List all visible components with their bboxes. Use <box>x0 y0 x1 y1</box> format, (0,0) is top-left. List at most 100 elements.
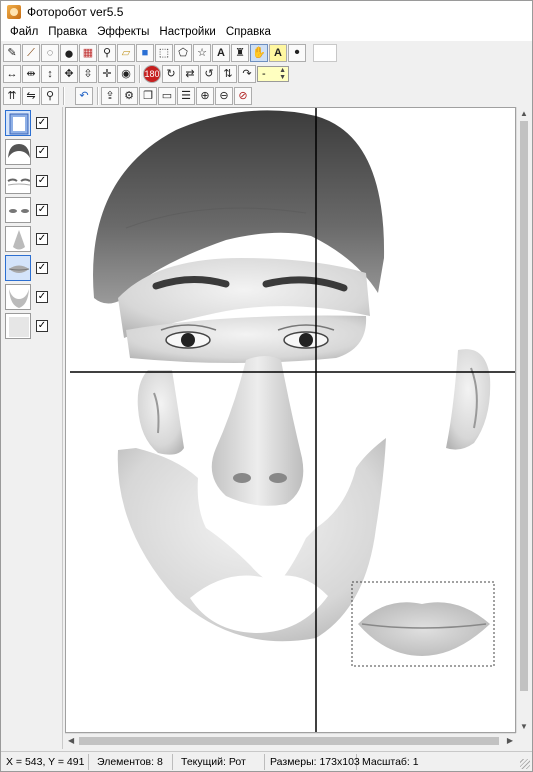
stretch-horizontal-icon[interactable]: ↔ <box>3 65 21 83</box>
palette-icon[interactable]: ▦ <box>79 44 97 62</box>
black-color-icon[interactable]: ● <box>60 44 78 62</box>
rotate-180-icon[interactable]: 180 <box>143 65 161 83</box>
layer-visibility-checkbox[interactable]: ✓ <box>36 291 48 303</box>
rotate-cw-icon[interactable]: ↻ <box>162 65 180 83</box>
layer-visibility-checkbox[interactable]: ✓ <box>36 262 48 274</box>
elements-count: Элементов: 8 <box>89 753 173 770</box>
scroll-left-icon[interactable]: ◀ <box>68 736 74 745</box>
layer-row[interactable]: ✓ <box>5 109 48 137</box>
align-icon[interactable]: ⇈ <box>3 87 21 105</box>
rect-select-icon[interactable]: ⬚ <box>155 44 173 62</box>
rotate-ccw-icon[interactable]: ↺ <box>200 65 218 83</box>
swap-icon[interactable]: ⇄ <box>181 65 199 83</box>
shrink-vertical-icon[interactable]: ⇳ <box>79 65 97 83</box>
tool-option-box[interactable] <box>313 44 337 62</box>
zoom-icon[interactable]: ⚲ <box>41 87 59 105</box>
scroll-right-icon[interactable]: ▶ <box>507 736 513 745</box>
scroll-up-icon[interactable]: ▲ <box>520 109 528 118</box>
zoom-reset-icon[interactable]: ⊘ <box>234 87 252 105</box>
layer-background-thumb[interactable] <box>5 110 31 136</box>
element-size: Размеры: 173x103 <box>265 753 360 770</box>
layer-row[interactable]: ✓ <box>5 225 48 253</box>
dot-icon[interactable]: • <box>288 44 306 62</box>
layer-visibility-checkbox[interactable]: ✓ <box>36 175 48 187</box>
chin-icon <box>9 289 29 308</box>
layers-icon[interactable]: ❐ <box>139 87 157 105</box>
window-title: Фоторобот ver5.5 <box>27 5 124 19</box>
move-icon[interactable]: ✥ <box>60 65 78 83</box>
layer-row[interactable]: ✓ <box>5 283 48 311</box>
undo-icon[interactable]: ↶ <box>75 87 93 105</box>
spin-arrows-icon[interactable]: ▲ ▼ <box>279 67 286 81</box>
resize-grip-icon[interactable] <box>520 759 530 769</box>
rotate-free-icon[interactable]: ↷ <box>238 65 256 83</box>
layer-brows-thumb[interactable] <box>5 168 31 194</box>
move-all-icon[interactable]: ✛ <box>98 65 116 83</box>
layer-nose-thumb[interactable] <box>5 226 31 252</box>
lips-piece <box>358 602 490 656</box>
scroll-down-icon[interactable]: ▼ <box>520 722 528 731</box>
settings-gear-icon[interactable]: ⚙ <box>120 87 138 105</box>
brush-icon[interactable]: ⟋ <box>22 44 40 62</box>
layer-row[interactable]: ✓ <box>5 312 48 340</box>
text-highlight-icon[interactable]: A <box>269 44 287 62</box>
menu-help[interactable]: Справка <box>221 23 276 41</box>
toolbar-row-2: ↔ ⇹ ↕ ✥ ⇳ ✛ ◉ 180 ↻ ⇄ ↺ ⇅ ↷ - ▲ ▼ <box>3 63 289 85</box>
horizontal-scrollbar[interactable]: ◀ ▶ <box>65 733 516 747</box>
zoom-out-icon[interactable]: ⊖ <box>215 87 233 105</box>
layer-visibility-checkbox[interactable]: ✓ <box>36 117 48 129</box>
layer-background-icon <box>9 113 29 135</box>
fill-rect-icon[interactable]: ■ <box>136 44 154 62</box>
layer-extra-thumb[interactable] <box>5 313 31 339</box>
nose-icon <box>13 230 25 250</box>
eyedropper-icon[interactable]: ⚲ <box>98 44 116 62</box>
layer-visibility-checkbox[interactable]: ✓ <box>36 320 48 332</box>
pencil-icon[interactable]: ✎ <box>3 44 21 62</box>
layer-visibility-checkbox[interactable]: ✓ <box>36 146 48 158</box>
stretch-vertical-icon[interactable]: ↕ <box>41 65 59 83</box>
text-icon[interactable]: A <box>212 44 230 62</box>
layer-visibility-checkbox[interactable]: ✓ <box>36 204 48 216</box>
layer-up-icon[interactable]: ⇪ <box>101 87 119 105</box>
layer-visibility-checkbox[interactable]: ✓ <box>36 233 48 245</box>
poly-select-icon[interactable]: ⬠ <box>174 44 192 62</box>
brows-icon <box>7 178 30 186</box>
toolbar-separator <box>63 87 64 105</box>
layer-chin-thumb[interactable] <box>5 284 31 310</box>
composite-face-image <box>70 108 515 732</box>
layer-hair-thumb[interactable] <box>5 139 31 165</box>
lasso-icon[interactable]: ◌ <box>41 44 59 62</box>
frame-icon[interactable]: ▭ <box>158 87 176 105</box>
layer-row[interactable]: ✓ <box>5 196 48 224</box>
mirror-icon[interactable]: ⇋ <box>22 87 40 105</box>
layer-row[interactable]: ✓ <box>5 167 48 195</box>
eraser-icon[interactable]: ▱ <box>117 44 135 62</box>
hair-icon <box>8 144 30 158</box>
mouth-icon <box>8 265 30 273</box>
layer-row[interactable]: ✓ <box>5 254 48 282</box>
zoom-in-icon[interactable]: ⊕ <box>196 87 214 105</box>
star-select-icon[interactable]: ☆ <box>193 44 211 62</box>
right-ear-piece <box>446 349 491 450</box>
layer-row[interactable]: ✓ <box>5 138 48 166</box>
hand-icon[interactable]: ✋ <box>250 44 268 62</box>
rotation-spinbox[interactable]: - ▲ ▼ <box>257 66 289 82</box>
drawing-canvas[interactable] <box>65 107 516 733</box>
menu-edit[interactable]: Правка <box>43 23 92 41</box>
vertical-scroll-thumb[interactable] <box>520 121 528 691</box>
flip-vertical-icon[interactable]: ⇅ <box>219 65 237 83</box>
mask-icon[interactable]: ◉ <box>117 65 135 83</box>
layer-eyes-thumb[interactable] <box>5 197 31 223</box>
horizontal-scroll-thumb[interactable] <box>79 737 499 745</box>
stack-icon[interactable]: ☰ <box>177 87 195 105</box>
title-bar: Фоторобот ver5.5 <box>1 1 532 23</box>
menu-file[interactable]: Файл <box>5 23 43 41</box>
menu-settings[interactable]: Настройки <box>154 23 220 41</box>
layer-mouth-thumb[interactable] <box>5 255 31 281</box>
current-element: Текущий: Рот <box>173 753 265 770</box>
toolbar-separator <box>139 65 140 83</box>
vertical-scrollbar[interactable]: ▲ ▼ <box>516 107 530 733</box>
menu-effects[interactable]: Эффекты <box>92 23 154 41</box>
stamp-icon[interactable]: ♜ <box>231 44 249 62</box>
shrink-horizontal-icon[interactable]: ⇹ <box>22 65 40 83</box>
